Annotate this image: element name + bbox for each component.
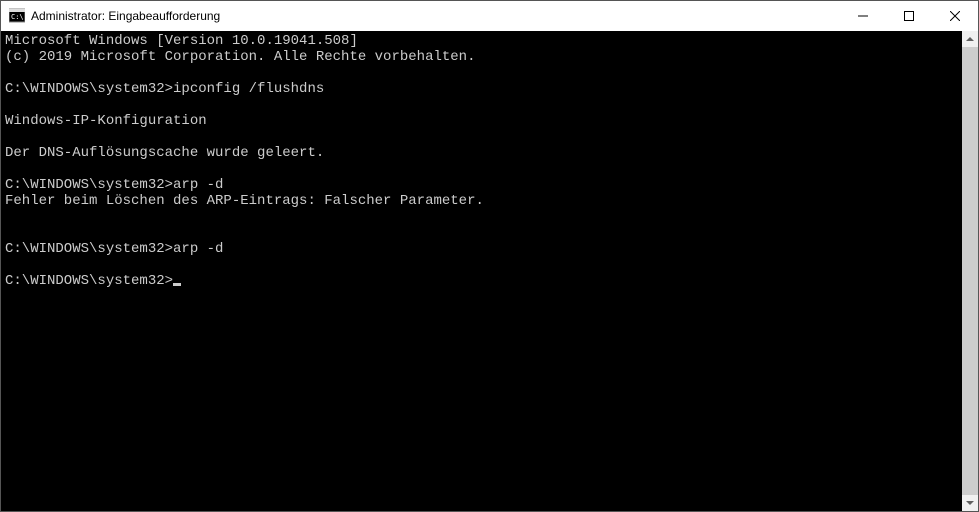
terminal-line xyxy=(5,225,962,241)
terminal-output[interactable]: Microsoft Windows [Version 10.0.19041.50… xyxy=(1,31,962,511)
terminal-line: Fehler beim Löschen des ARP-Eintrags: Fa… xyxy=(5,193,962,209)
scroll-up-icon[interactable] xyxy=(962,31,978,47)
svg-text:C:\: C:\ xyxy=(11,13,24,21)
terminal-line xyxy=(5,65,962,81)
terminal-line: C:\WINDOWS\system32>arp -d xyxy=(5,241,962,257)
terminal-line: (c) 2019 Microsoft Corporation. Alle Rec… xyxy=(5,49,962,65)
scroll-thumb[interactable] xyxy=(962,47,978,495)
terminal-line: Der DNS-Auflösungscache wurde geleert. xyxy=(5,145,962,161)
minimize-button[interactable] xyxy=(840,1,886,31)
titlebar[interactable]: C:\ Administrator: Eingabeaufforderung xyxy=(1,1,978,31)
window-title: Administrator: Eingabeaufforderung xyxy=(31,9,840,23)
terminal-line xyxy=(5,257,962,273)
terminal-line xyxy=(5,161,962,177)
scroll-track[interactable] xyxy=(962,47,978,495)
terminal-line xyxy=(5,209,962,225)
terminal-line: C:\WINDOWS\system32>arp -d xyxy=(5,177,962,193)
terminal-line xyxy=(5,97,962,113)
terminal-line: C:\WINDOWS\system32> xyxy=(5,273,962,289)
terminal-line xyxy=(5,129,962,145)
scroll-down-icon[interactable] xyxy=(962,495,978,511)
cursor xyxy=(173,283,181,286)
window-controls xyxy=(840,1,978,31)
close-button[interactable] xyxy=(932,1,978,31)
terminal-line: Microsoft Windows [Version 10.0.19041.50… xyxy=(5,33,962,49)
terminal-line: Windows-IP-Konfiguration xyxy=(5,113,962,129)
cmd-icon: C:\ xyxy=(9,8,25,24)
maximize-button[interactable] xyxy=(886,1,932,31)
terminal-line: C:\WINDOWS\system32>ipconfig /flushdns xyxy=(5,81,962,97)
vertical-scrollbar[interactable] xyxy=(962,31,978,511)
terminal-area: Microsoft Windows [Version 10.0.19041.50… xyxy=(1,31,978,511)
